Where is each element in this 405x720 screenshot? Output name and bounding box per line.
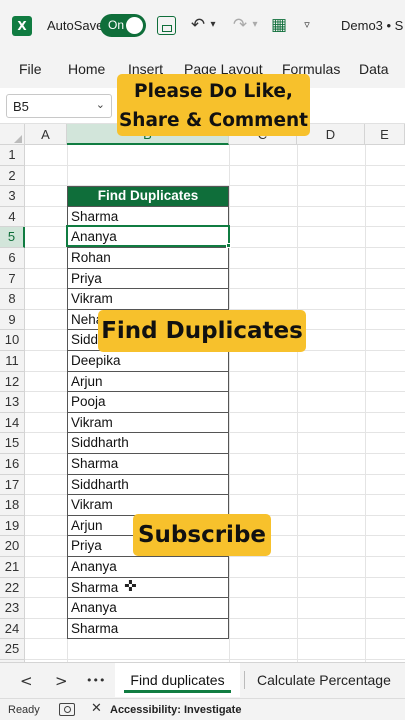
row-header[interactable]: 11: [0, 351, 25, 372]
banner-line-2: Share & Comment: [118, 110, 309, 131]
undo-icon[interactable]: ↶: [187, 14, 209, 36]
table-cell[interactable]: Ananya: [67, 557, 229, 578]
table-cell[interactable]: Siddharth: [67, 433, 229, 454]
camera-icon[interactable]: [59, 703, 75, 716]
table-cell[interactable]: Vikram: [67, 412, 229, 434]
row-header[interactable]: 25: [0, 639, 25, 660]
table-cell[interactable]: Siddharth: [67, 474, 229, 496]
banner-line-1: Please Do Like,: [134, 81, 293, 102]
row-header[interactable]: 6: [0, 248, 25, 269]
sheet-more-button[interactable]: •••: [86, 674, 105, 687]
title-bar: X AutoSave On ↶ ▾ ↷ ▾ ▦ ▿ Demo3 • S: [0, 0, 405, 52]
sheet-tab-bar: < > ••• Find duplicates Calculate Percen…: [0, 662, 405, 698]
autosave-toggle[interactable]: On: [100, 14, 146, 37]
row-header[interactable]: 9: [0, 309, 25, 331]
name-box-value: B5: [13, 99, 29, 114]
sheet-next-button[interactable]: >: [55, 672, 68, 690]
table-cell[interactable]: Sharma: [67, 454, 229, 475]
table-cell[interactable]: Arjun: [67, 371, 229, 393]
customize-caret-icon[interactable]: ▿: [300, 14, 314, 36]
save-icon[interactable]: [157, 16, 176, 35]
table-cell[interactable]: Sharma: [67, 577, 229, 599]
row-header[interactable]: 18: [0, 495, 25, 516]
accessibility-status[interactable]: Accessibility: Investigate: [110, 704, 241, 716]
status-bar: Ready ✕ Accessibility: Investigate: [0, 698, 405, 720]
table-cell[interactable]: Priya: [67, 268, 229, 290]
chevron-down-icon[interactable]: ⌄: [96, 98, 105, 111]
subscribe-banner: Subscribe: [133, 514, 271, 556]
table-cell[interactable]: Sharma: [67, 618, 229, 640]
toggle-knob: [126, 17, 143, 34]
row-header[interactable]: 3: [0, 186, 25, 207]
table-cell[interactable]: Pooja: [67, 392, 229, 413]
column-header-a[interactable]: A: [25, 124, 67, 145]
gridline: [365, 145, 366, 665]
tab-file[interactable]: File: [19, 61, 42, 77]
sheet-tab-find-duplicates[interactable]: Find duplicates: [115, 663, 240, 697]
row-header[interactable]: 19: [0, 515, 25, 537]
table-icon[interactable]: ▦: [268, 14, 290, 36]
accessibility-icon[interactable]: ✕: [91, 701, 102, 716]
row-header[interactable]: 15: [0, 433, 25, 454]
table-cell[interactable]: Sharma: [67, 206, 229, 228]
name-box[interactable]: B5 ⌄: [6, 94, 112, 118]
row-header[interactable]: 17: [0, 474, 25, 496]
row-header[interactable]: 22: [0, 577, 25, 599]
column-header-e[interactable]: E: [365, 124, 405, 145]
row-header[interactable]: 14: [0, 412, 25, 434]
gridline: [297, 145, 298, 665]
table-header-cell[interactable]: Find Duplicates: [67, 186, 229, 207]
row-header[interactable]: 20: [0, 536, 25, 557]
sheet-tab-calculate-percentage[interactable]: Calculate Percentage: [257, 663, 391, 697]
row-header[interactable]: 5: [0, 227, 25, 248]
cell-cursor-icon: ✜: [124, 577, 137, 595]
gridline: [25, 659, 405, 660]
redo-icon[interactable]: ↷: [229, 14, 251, 36]
sheet-prev-button[interactable]: <: [20, 672, 33, 690]
table-cell[interactable]: Ananya: [67, 598, 229, 619]
like-share-banner: Please Do Like, Share & Comment: [117, 74, 310, 136]
row-header[interactable]: 12: [0, 371, 25, 393]
gridline: [229, 145, 230, 665]
table-cell[interactable]: Deepika: [67, 351, 229, 372]
row-header[interactable]: 21: [0, 557, 25, 578]
row-header[interactable]: 7: [0, 268, 25, 290]
tab-data[interactable]: Data: [359, 61, 389, 77]
autosave-state: On: [108, 18, 125, 32]
status-ready: Ready: [8, 704, 40, 716]
row-header[interactable]: 10: [0, 330, 25, 351]
fill-handle[interactable]: [226, 243, 231, 248]
excel-logo: X: [12, 16, 32, 36]
row-header[interactable]: 4: [0, 206, 25, 228]
redo-caret-icon[interactable]: ▾: [249, 14, 261, 36]
row-header[interactable]: 16: [0, 454, 25, 475]
table-cell[interactable]: Rohan: [67, 248, 229, 269]
table-cell[interactable]: Ananya: [67, 227, 229, 248]
undo-caret-icon[interactable]: ▾: [207, 14, 219, 36]
document-title[interactable]: Demo3 • S: [341, 18, 403, 33]
sheet-separator: [244, 671, 245, 689]
autosave-label: AutoSave: [47, 18, 104, 33]
select-all-corner[interactable]: [0, 124, 25, 145]
gridline: [25, 164, 405, 166]
row-header[interactable]: 2: [0, 165, 25, 187]
row-header[interactable]: 23: [0, 598, 25, 619]
table-cell[interactable]: Vikram: [67, 289, 229, 310]
table-cell[interactable]: Vikram: [67, 495, 229, 516]
row-header[interactable]: 24: [0, 618, 25, 640]
row-header[interactable]: 13: [0, 392, 25, 413]
row-header[interactable]: 8: [0, 289, 25, 310]
row-header[interactable]: 1: [0, 145, 25, 166]
tab-home[interactable]: Home: [68, 61, 105, 77]
find-duplicates-banner: Find Duplicates: [98, 310, 306, 352]
